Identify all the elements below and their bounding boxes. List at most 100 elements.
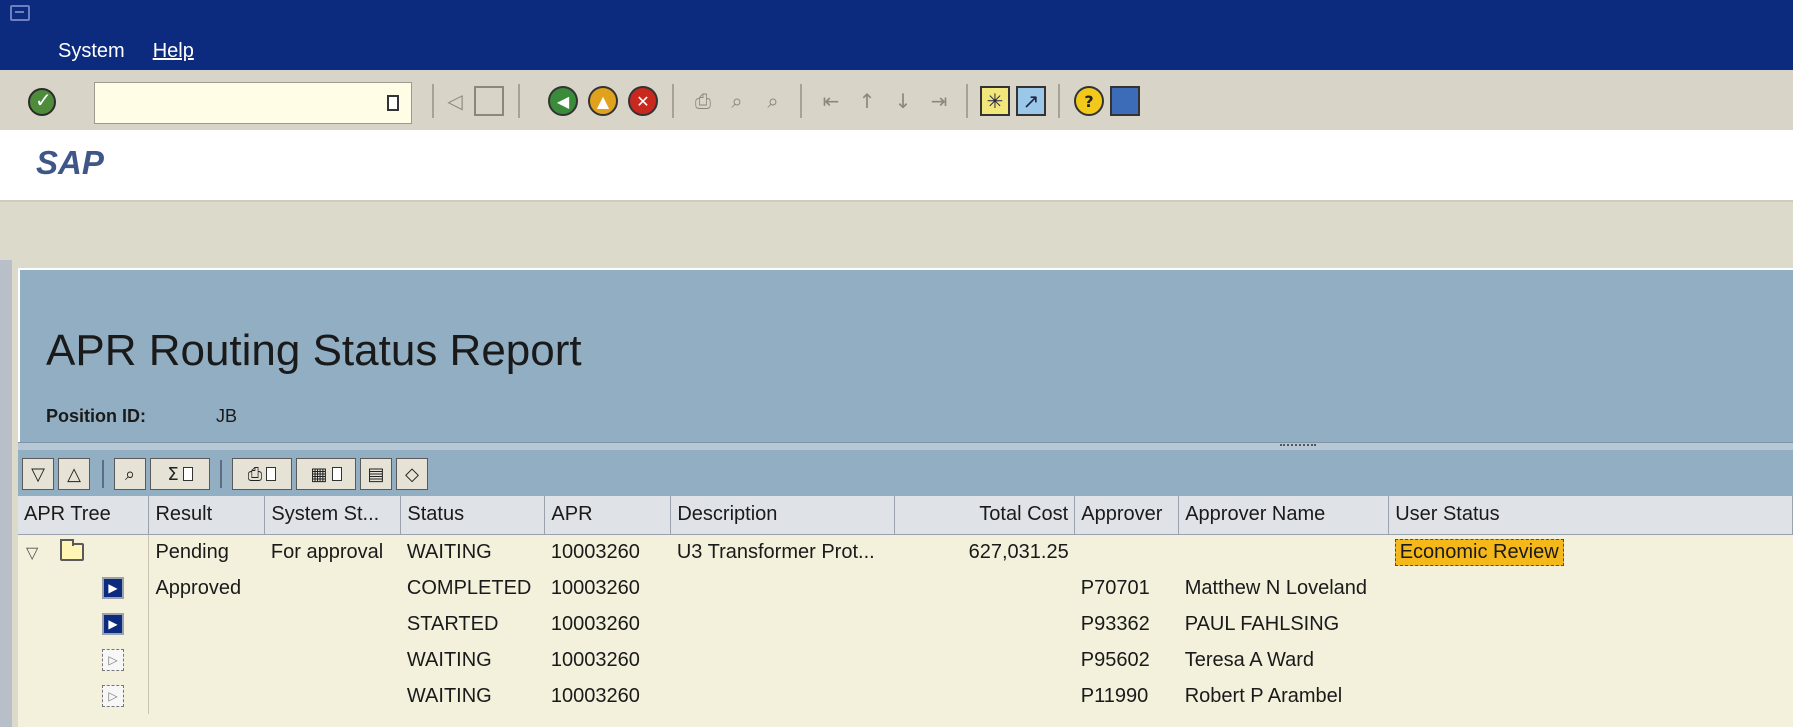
table-row[interactable]: ▷ WAITING 10003260 P11990 Robert P Aramb… [18,678,1793,714]
step-pending-icon[interactable]: ▷ [102,685,124,707]
print-preview-icon[interactable]: ⎙ [232,458,292,490]
grid-toolbar-separator [220,460,222,488]
status-cell: WAITING [406,540,492,563]
layout-dropdown-icon[interactable] [331,467,342,481]
refresh-icon[interactable]: ◇ [396,458,428,490]
find-icon[interactable]: ⌕ [114,458,146,490]
position-id-label: Position ID: [46,406,146,426]
expand-all-icon[interactable]: ▽ [22,458,54,490]
report-header-panel: APR Routing Status Report Position ID: J… [18,268,1793,442]
tree-cell[interactable]: ▶ [18,606,150,642]
tree-cell[interactable]: ▶ [18,570,150,606]
approver-name-cell [1179,534,1389,570]
enter-icon[interactable] [28,88,56,116]
menu-system[interactable]: System [58,40,125,63]
window-menu-icon[interactable] [10,5,30,21]
column-header-approver[interactable]: Approver [1074,496,1180,535]
total-icon[interactable]: Σ [150,458,210,490]
system-status-cell [265,570,401,606]
menu-bar: System Help [58,40,194,63]
system-status-cell [265,678,401,714]
panel-splitter[interactable] [18,442,1793,450]
tree-cell[interactable]: ▽ [18,534,150,570]
status-cell: COMPLETED [406,576,532,599]
toolbar-separator [672,84,674,118]
user-status-badge[interactable]: Economic Review [1394,538,1564,566]
total-cost-cell [895,642,1075,678]
table-row[interactable]: ▽ Pending For approval WAITING 10003260 … [18,534,1793,570]
apr-cell: 10003260 [550,684,640,707]
previous-page-icon[interactable]: ↑ [852,86,882,116]
user-status-cell [1389,606,1793,642]
exit-icon[interactable]: ▲ [588,86,618,116]
result-cell: Pending [155,540,229,563]
sap-header: SAP [0,132,1793,202]
column-header-apr[interactable]: APR [544,496,672,535]
user-status-cell [1389,678,1793,714]
step-active-icon[interactable]: ▶ [102,577,124,599]
user-status-cell[interactable]: Economic Review [1389,534,1793,570]
create-shortcut-icon[interactable]: ↗ [1016,86,1046,116]
column-header-apr-tree[interactable]: APR Tree [18,496,150,535]
column-header-result[interactable]: Result [148,496,266,535]
find-next-icon[interactable]: ⌕ [758,86,788,116]
back-icon[interactable]: ◀ [548,86,578,116]
table-row[interactable]: ▷ WAITING 10003260 P95602 Teresa A Ward [18,642,1793,678]
first-page-icon[interactable]: ⇤ [816,86,846,116]
apr-cell: 10003260 [550,576,640,599]
window-title-bar: System Help [0,0,1793,70]
print-icon[interactable]: ⎙ [688,86,718,116]
grid-toolbar-separator [102,460,104,488]
system-status-cell [265,606,401,642]
user-status-cell [1389,642,1793,678]
tree-cell[interactable]: ▷ [18,642,150,678]
column-header-description[interactable]: Description [670,496,896,535]
grid-toolbar: ▽ △ ⌕ Σ ⎙ ▦ ▤ ◇ [18,450,1793,496]
collapse-node-icon[interactable]: ▽ [26,543,38,563]
total-dropdown-icon[interactable] [182,467,193,481]
apr-cell: 10003260 [550,648,640,671]
command-field[interactable] [94,82,412,124]
approver-cell: P11990 [1080,684,1149,707]
splitter-grip-icon[interactable] [1280,444,1316,446]
approver-name-cell: PAUL FAHLSING [1184,612,1340,635]
standard-toolbar: ◁ ◀ ▲ ✕ ⎙ ⌕ ⌕ ⇤ ↑ ↓ ⇥ ✳ ↗ ? [0,70,1793,132]
command-input[interactable] [95,83,375,123]
help-icon[interactable]: ? [1074,86,1104,116]
toolbar-separator [432,84,434,118]
description-cell [671,642,895,678]
column-header-total-cost[interactable]: Total Cost [894,496,1076,535]
collapse-all-icon[interactable]: △ [58,458,90,490]
step-active-icon[interactable]: ▶ [102,613,124,635]
result-cell [149,606,265,642]
history-dropdown-icon[interactable] [387,95,399,111]
column-header-status[interactable]: Status [400,496,546,535]
cancel-icon[interactable]: ✕ [628,86,658,116]
approver-cell: P70701 [1080,576,1150,599]
layout-menu-icon[interactable] [1110,86,1140,116]
apr-tree-grid: APR Tree Result System St... Status APR … [18,496,1793,727]
find-icon[interactable]: ⌕ [722,86,752,116]
save-icon[interactable] [474,86,504,116]
print-dropdown-icon[interactable] [266,467,277,481]
status-cell: STARTED [406,612,499,635]
menu-help[interactable]: Help [153,40,194,63]
next-page-icon[interactable]: ↓ [888,86,918,116]
last-page-icon[interactable]: ⇥ [924,86,954,116]
toolbar-separator [1058,84,1060,118]
column-header-system-status[interactable]: System St... [264,496,402,535]
layout-icon[interactable]: ▦ [296,458,356,490]
total-cost-cell [895,678,1075,714]
export-icon[interactable]: ▤ [360,458,392,490]
create-session-icon[interactable]: ✳ [980,86,1010,116]
column-header-approver-name[interactable]: Approver Name [1178,496,1390,535]
result-cell: Approved [155,576,242,599]
column-header-user-status[interactable]: User Status [1388,496,1793,535]
apr-table: APR Tree Result System St... Status APR … [18,496,1793,714]
table-row[interactable]: ▶ STARTED 10003260 P93362 PAUL FAHLSING [18,606,1793,642]
tree-cell[interactable]: ▷ [18,678,150,714]
step-pending-icon[interactable]: ▷ [102,649,124,671]
toolbar-separator [966,84,968,118]
back-arrow-icon[interactable]: ◁ [440,86,470,116]
table-row[interactable]: ▶ Approved COMPLETED 10003260 P70701 Mat… [18,570,1793,606]
